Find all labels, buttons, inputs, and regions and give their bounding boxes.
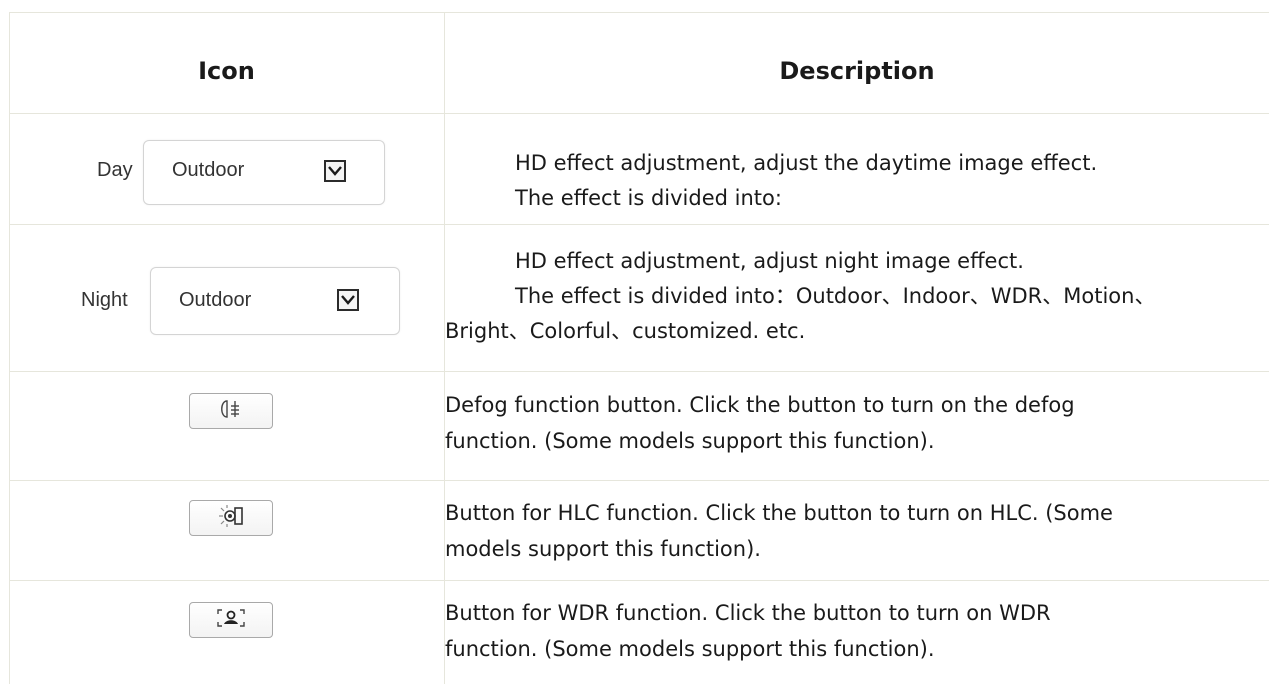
description-line: HD effect adjustment, adjust the daytime… (515, 151, 1098, 175)
dropdown-arrow-icon[interactable] (337, 289, 359, 311)
description-line: Defog function button. Click the button … (445, 393, 1075, 417)
defog-icon (216, 398, 246, 424)
row-divider (9, 480, 1269, 481)
night-label: Night (81, 289, 128, 311)
description-line: HD effect adjustment, adjust night image… (515, 249, 1024, 273)
night-effect-select[interactable]: Outdoor (150, 267, 400, 335)
day-label: Day (97, 159, 133, 181)
table-border-left (9, 12, 10, 684)
description-line: function. (Some models support this func… (445, 429, 935, 453)
description-line: function. (Some models support this func… (445, 637, 935, 661)
row-divider (9, 113, 1269, 114)
table-border-top (9, 12, 1269, 13)
description-line: The effect is divided into: (515, 186, 782, 210)
day-effect-select[interactable]: Outdoor (143, 140, 385, 205)
day-select-value: Outdoor (172, 159, 245, 181)
description-line: The effect is divided into：Outdoor、Indoo… (515, 284, 1156, 308)
wdr-icon (214, 606, 248, 634)
row-divider (9, 371, 1269, 372)
hlc-icon (216, 504, 246, 532)
header-icon: Icon (198, 57, 255, 85)
row-divider (9, 580, 1269, 581)
description-line: Button for HLC function. Click the butto… (445, 501, 1113, 525)
hlc-button[interactable] (189, 500, 273, 536)
wdr-button[interactable] (189, 602, 273, 638)
night-select-value: Outdoor (179, 289, 252, 311)
description-line: models support this function). (445, 537, 761, 561)
column-divider (444, 12, 445, 684)
dropdown-arrow-icon[interactable] (324, 160, 346, 182)
header-description: Description (779, 57, 935, 85)
description-line: Bright、Colorful、customized. etc. (445, 319, 806, 343)
icon-description-table: Icon Description Day Outdoor HD effect a… (9, 12, 1269, 684)
description-line: Button for WDR function. Click the butto… (445, 601, 1051, 625)
row-divider (9, 224, 1269, 225)
defog-button[interactable] (189, 393, 273, 429)
